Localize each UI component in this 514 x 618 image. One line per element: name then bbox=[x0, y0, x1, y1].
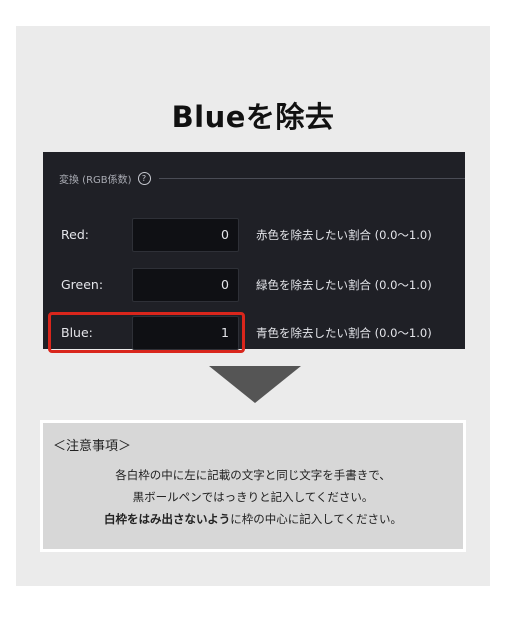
red-input[interactable]: 0 bbox=[132, 218, 239, 252]
green-input[interactable]: 0 bbox=[132, 268, 239, 302]
notice-bold-text: 白枠をはみ出さないよう bbox=[103, 512, 231, 526]
green-label: Green: bbox=[61, 277, 104, 292]
section-header: 変換 (RGB係数) ? bbox=[59, 170, 465, 186]
down-arrow-icon bbox=[209, 366, 301, 403]
notice-rest-text: に枠の中心に記入してください。 bbox=[230, 512, 403, 526]
red-label: Red: bbox=[61, 227, 89, 242]
green-description: 緑色を除去したい割合 (0.0〜1.0) bbox=[256, 278, 432, 292]
rgb-settings-panel: 変換 (RGB係数) ? Red: 0 赤色を除去したい割合 (0.0〜1.0)… bbox=[43, 152, 465, 353]
help-icon[interactable]: ? bbox=[137, 171, 151, 185]
notice-line-3: 白枠をはみ出さないように枠の中心に記入してください。 bbox=[43, 511, 463, 527]
section-divider bbox=[158, 177, 465, 179]
notice-line-1: 各白枠の中に左に記載の文字と同じ文字を手書きで、 bbox=[115, 468, 391, 482]
row-red: Red: 0 赤色を除去したい割合 (0.0〜1.0) bbox=[43, 218, 465, 252]
blue-description: 青色を除去したい割合 (0.0〜1.0) bbox=[256, 326, 432, 340]
notice-heading: ＜注意事項＞ bbox=[53, 439, 132, 454]
blue-row-highlight bbox=[48, 312, 245, 353]
section-label: 変換 (RGB係数) bbox=[59, 174, 132, 186]
notice-box: ＜注意事項＞ 各白枠の中に左に記載の文字と同じ文字を手書きで、 黒ボールペンでは… bbox=[40, 420, 466, 552]
notice-line-2: 黒ボールペンではっきりと記入してください。 bbox=[132, 490, 374, 504]
red-description: 赤色を除去したい割合 (0.0〜1.0) bbox=[256, 228, 432, 242]
row-green: Green: 0 緑色を除去したい割合 (0.0〜1.0) bbox=[43, 268, 465, 302]
content-card: Blueを除去 変換 (RGB係数) ? Red: 0 赤色を除去したい割合 (… bbox=[16, 26, 490, 586]
page-title: Blueを除去 bbox=[171, 100, 335, 134]
